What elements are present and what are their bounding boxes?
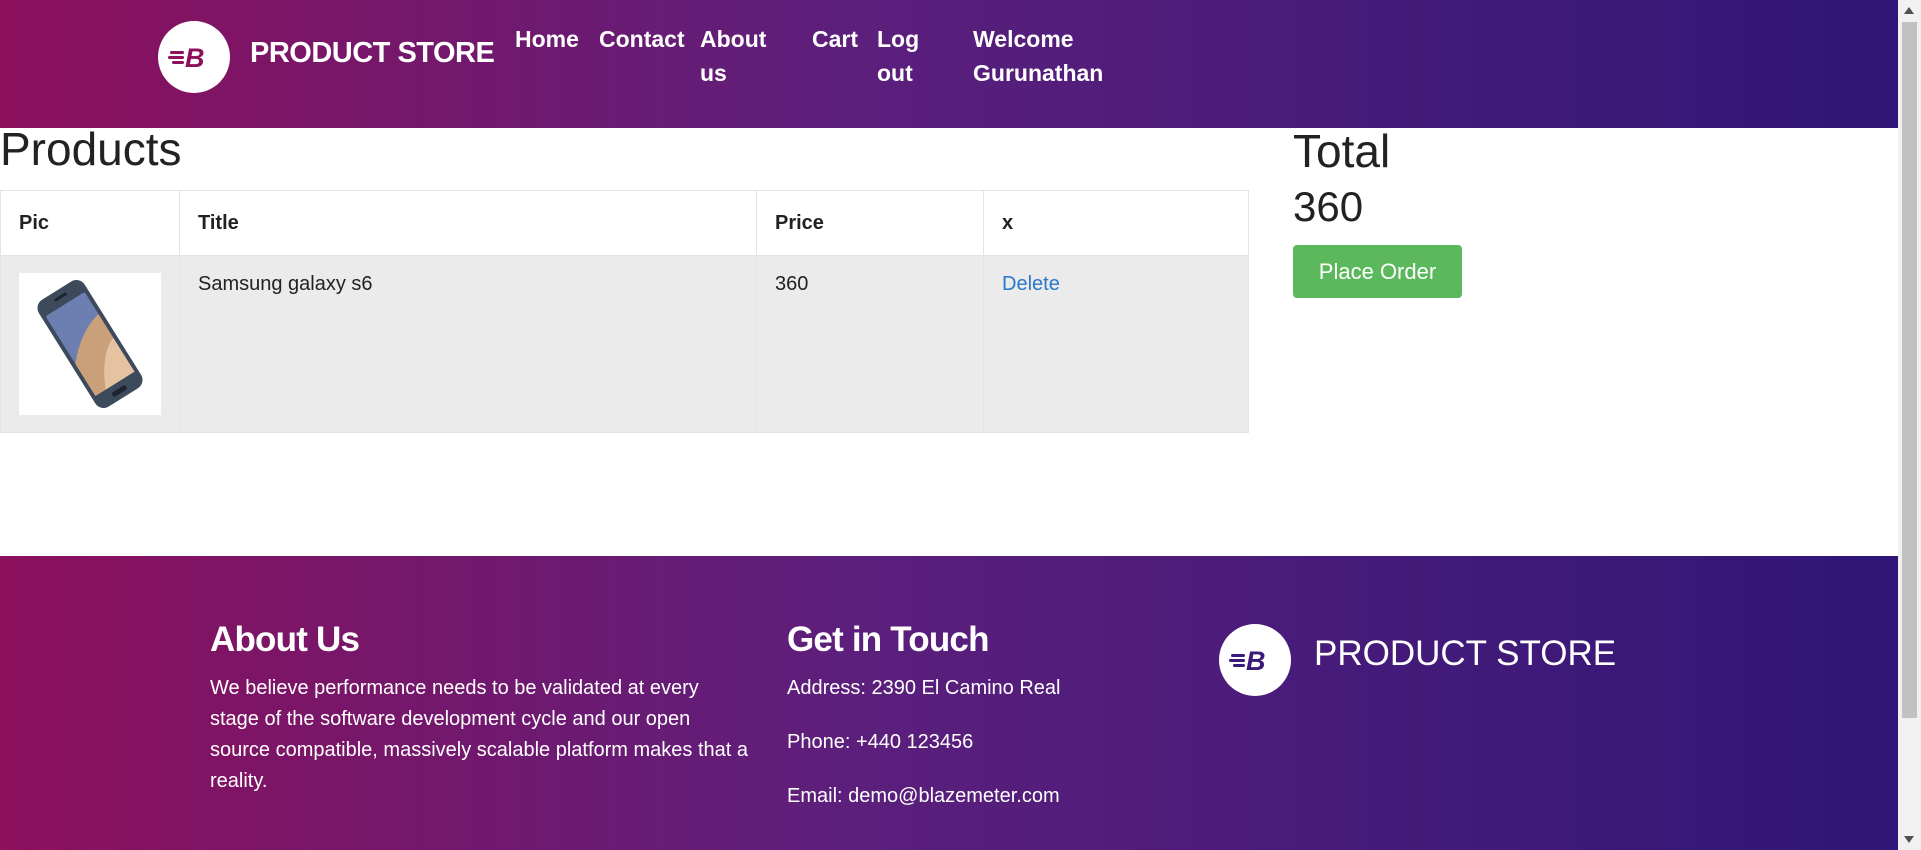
- product-action-cell: Delete: [983, 255, 1249, 433]
- place-order-button[interactable]: Place Order: [1293, 245, 1462, 298]
- table-row: Samsung galaxy s6 360 Delete: [0, 255, 1249, 433]
- total-amount: 360: [1293, 183, 1364, 230]
- scroll-up-icon[interactable]: [1904, 7, 1914, 14]
- svg-text:B: B: [185, 43, 205, 72]
- column-header-pic: Pic: [0, 190, 180, 256]
- scrollbar-thumb[interactable]: [1902, 22, 1917, 718]
- footer: About Us We believe performance needs to…: [0, 556, 1898, 850]
- column-header-action: x: [983, 190, 1249, 256]
- nav-contact[interactable]: Contact: [599, 22, 685, 56]
- scroll-down-icon[interactable]: [1904, 836, 1914, 843]
- footer-contact-heading: Get in Touch: [787, 620, 989, 659]
- svg-text:B: B: [1246, 646, 1266, 675]
- product-price-cell: 360: [756, 255, 984, 433]
- nav-welcome-user[interactable]: Welcome Gurunathan: [973, 22, 1113, 90]
- top-navbar: B PRODUCT STORE Home Contact About us Ca…: [0, 0, 1898, 128]
- footer-logo-icon: B: [1219, 624, 1291, 696]
- brand-logo-icon[interactable]: B: [158, 21, 230, 93]
- column-header-price: Price: [756, 190, 984, 256]
- product-title-cell: Samsung galaxy s6: [179, 255, 757, 433]
- brand-name[interactable]: PRODUCT STORE: [250, 37, 495, 70]
- footer-about-heading: About Us: [210, 620, 360, 659]
- footer-about-text: We believe performance needs to be valid…: [210, 677, 749, 792]
- delete-link[interactable]: Delete: [1002, 273, 1060, 295]
- nav-logout[interactable]: Log out: [877, 22, 923, 90]
- footer-email: Email: demo@blazemeter.com: [787, 785, 1060, 807]
- table-header-row: Pic Title Price x: [0, 190, 1249, 256]
- products-heading: Products: [0, 123, 182, 175]
- vertical-scrollbar[interactable]: [1898, 0, 1921, 850]
- footer-address: Address: 2390 El Camino Real: [787, 677, 1061, 699]
- product-pic-cell: [0, 255, 180, 433]
- column-header-title: Title: [179, 190, 757, 256]
- footer-phone: Phone: +440 123456: [787, 731, 974, 753]
- nav-cart[interactable]: Cart: [812, 22, 858, 56]
- cart-table: Pic Title Price x Samsung galaxy s6 360 …: [0, 190, 1249, 433]
- phone-product-image: [19, 273, 161, 415]
- nav-about-us[interactable]: About us: [700, 22, 780, 90]
- footer-brand-name: PRODUCT STORE: [1314, 634, 1617, 673]
- nav-home[interactable]: Home: [515, 22, 579, 56]
- total-heading: Total: [1293, 125, 1391, 177]
